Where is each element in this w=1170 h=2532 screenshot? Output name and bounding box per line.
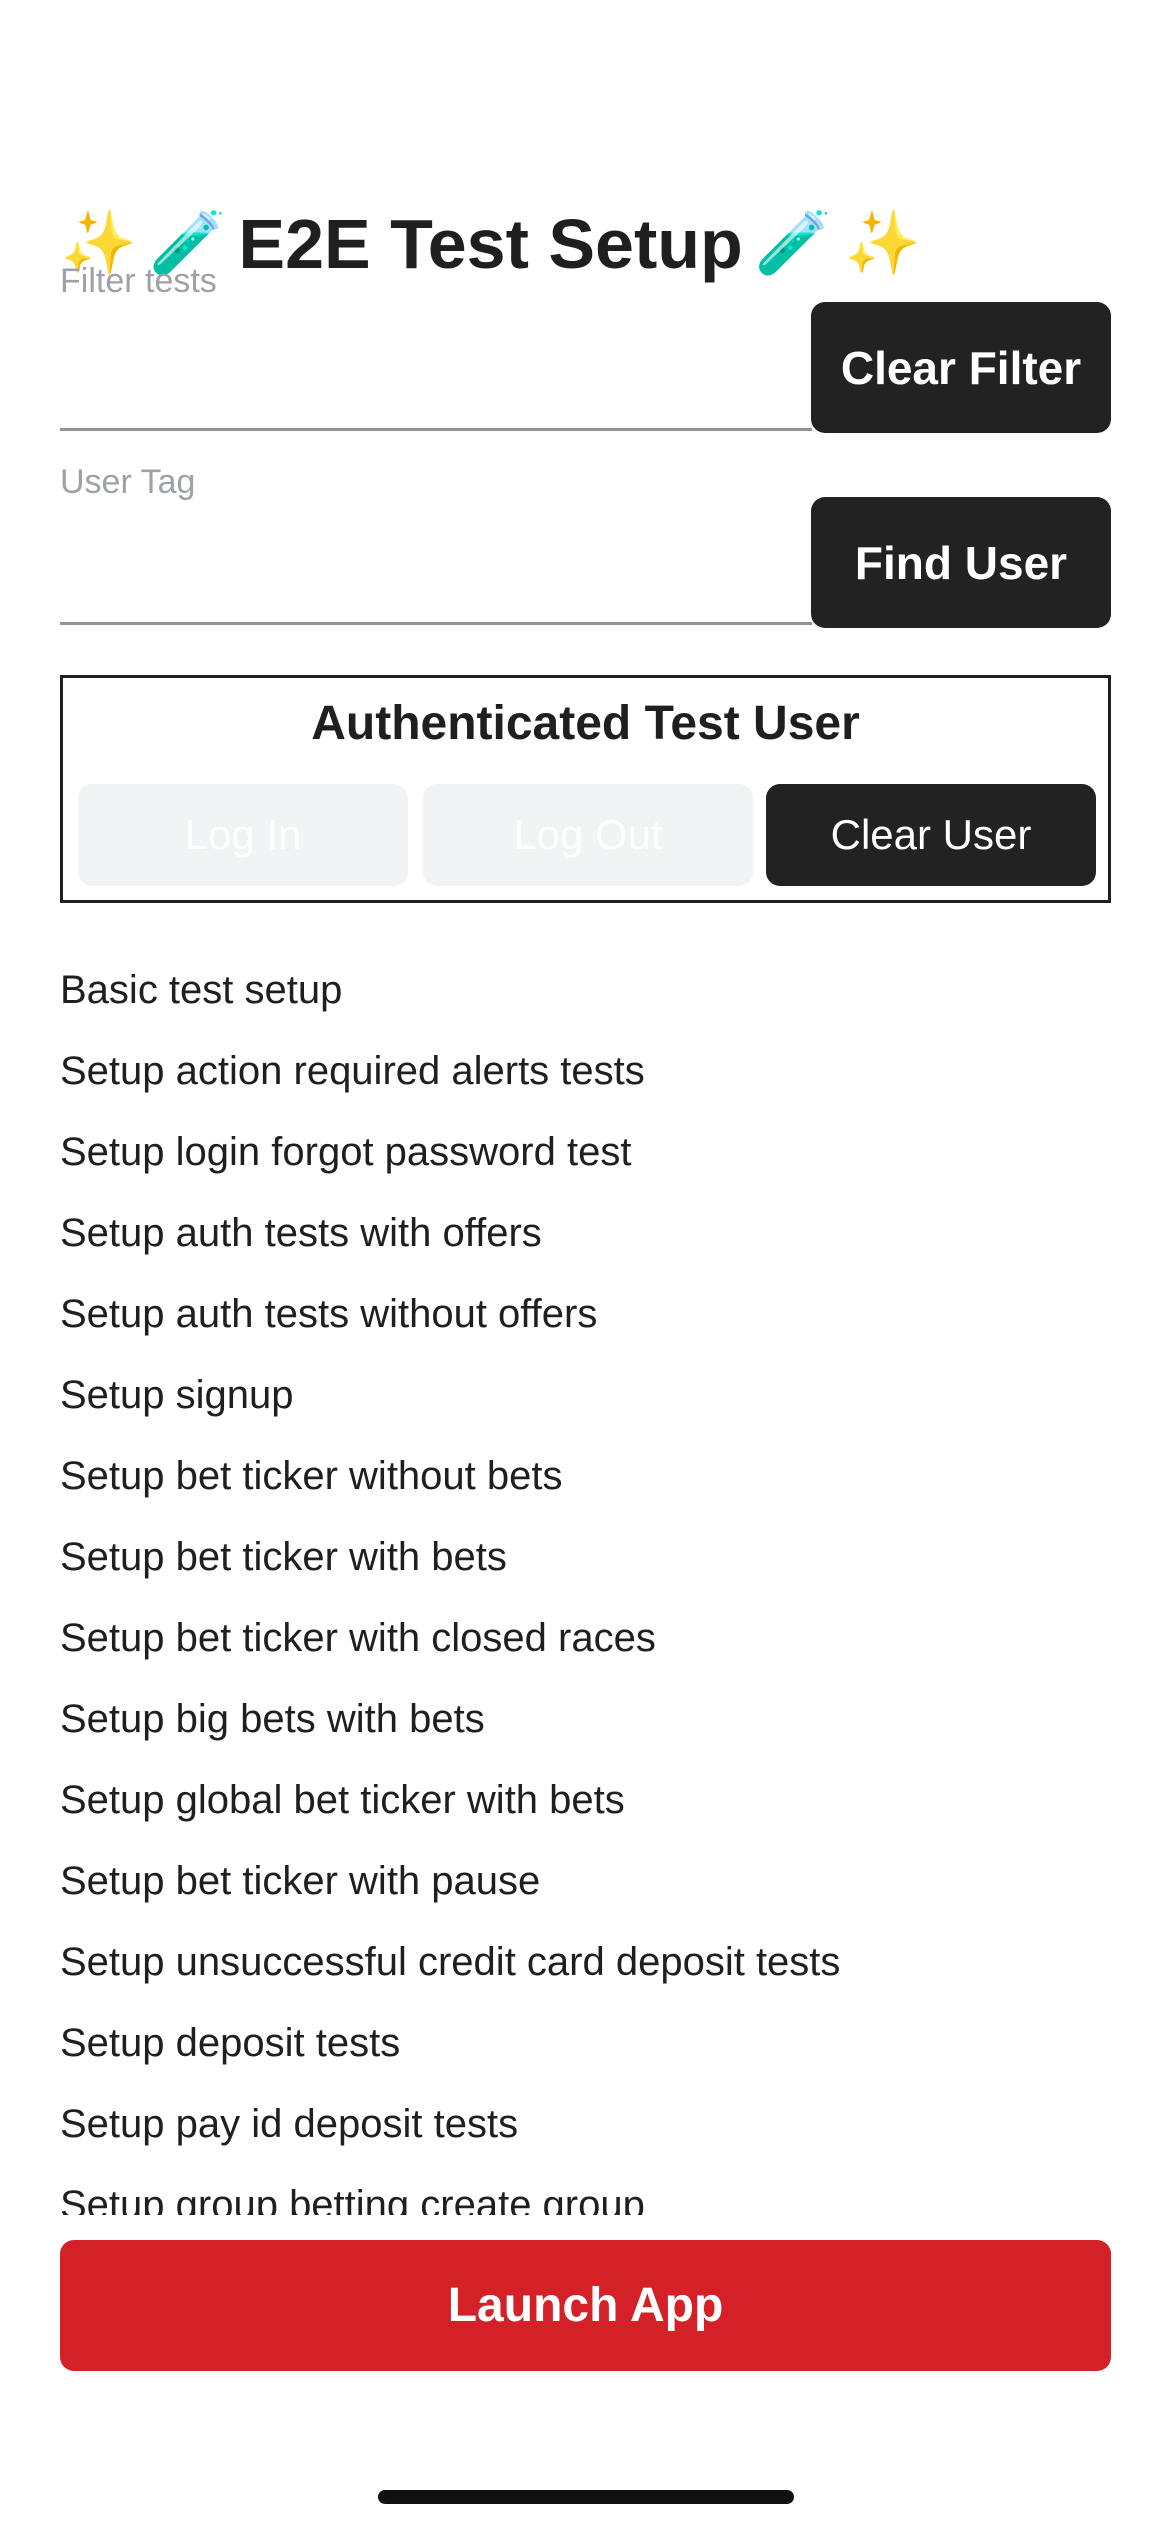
log-out-button[interactable]: Log Out: [423, 784, 753, 886]
list-item[interactable]: Setup auth tests with offers: [60, 1198, 1111, 1279]
sparkles-icon: ✨: [844, 209, 922, 278]
find-user-button[interactable]: Find User: [811, 497, 1111, 628]
user-tag-label: User Tag: [60, 463, 196, 501]
list-item[interactable]: Setup unsuccessful credit card deposit t…: [60, 1927, 1111, 2008]
list-item[interactable]: Setup signup: [60, 1360, 1111, 1441]
log-in-button[interactable]: Log In: [78, 784, 408, 886]
test-tube-icon: 🧪: [754, 209, 832, 278]
list-item[interactable]: Setup login forgot password test: [60, 1117, 1111, 1198]
list-item[interactable]: Setup auth tests without offers: [60, 1279, 1111, 1360]
list-item[interactable]: Basic test setup: [60, 955, 1111, 1036]
launch-app-button[interactable]: Launch App: [60, 2240, 1111, 2371]
authenticated-user-panel: Authenticated Test User Log In Log Out C…: [60, 675, 1111, 903]
list-item[interactable]: Setup group betting create group: [60, 2170, 1111, 2215]
filter-label: Filter tests: [60, 262, 217, 300]
home-indicator[interactable]: [378, 2490, 794, 2504]
clear-filter-button[interactable]: Clear Filter: [811, 302, 1111, 433]
list-item[interactable]: Setup bet ticker with bets: [60, 1522, 1111, 1603]
list-item[interactable]: Setup global bet ticker with bets: [60, 1765, 1111, 1846]
filter-input[interactable]: [60, 361, 812, 431]
page-title-text: E2E Test Setup: [238, 205, 743, 283]
list-item[interactable]: Setup big bets with bets: [60, 1684, 1111, 1765]
test-list: Basic test setup Setup action required a…: [60, 955, 1111, 2215]
list-item[interactable]: Setup pay id deposit tests: [60, 2089, 1111, 2170]
clear-user-button[interactable]: Clear User: [766, 784, 1096, 886]
list-item[interactable]: Setup bet ticker with pause: [60, 1846, 1111, 1927]
auth-panel-title: Authenticated Test User: [311, 697, 860, 750]
list-item[interactable]: Setup deposit tests: [60, 2008, 1111, 2089]
list-item[interactable]: Setup bet ticker with closed races: [60, 1603, 1111, 1684]
screen: ✨ 🧪 E2E Test Setup 🧪 ✨ Filter tests Clea…: [0, 0, 1170, 2532]
list-item[interactable]: Setup action required alerts tests: [60, 1036, 1111, 1117]
user-tag-input[interactable]: [60, 555, 812, 625]
list-item[interactable]: Setup bet ticker without bets: [60, 1441, 1111, 1522]
